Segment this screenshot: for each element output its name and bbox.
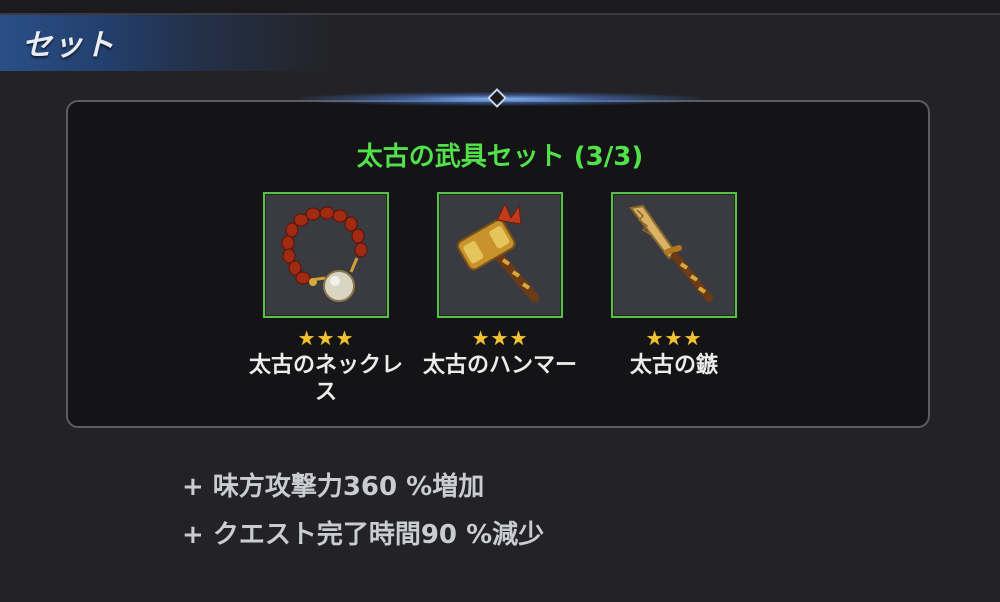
item-rarity-stars: ★★★ [645,326,703,350]
item-frame[interactable] [263,192,389,318]
necklace-icon [281,206,368,302]
set-bonus-attack: + 味方攻撃力360 %増加 [182,472,485,502]
hammer-icon [456,202,540,303]
blade-icon [629,204,713,302]
item-name: 太古のハンマー [422,353,577,378]
item-name: 太古のネックレス [248,353,403,405]
item-name: 太古の鏃 [629,353,718,378]
item-rarity-stars: ★★★ [471,326,529,350]
item-frame[interactable] [437,192,563,318]
item-frame[interactable] [611,192,737,318]
set-title: 太古の武具セット (3/3) [356,142,644,172]
top-divider [0,0,1000,15]
item-rarity-stars: ★★★ [297,326,355,350]
set-bonus-quest-time: + クエスト完了時間90 %減少 [182,520,545,550]
section-title: セット [22,28,115,63]
